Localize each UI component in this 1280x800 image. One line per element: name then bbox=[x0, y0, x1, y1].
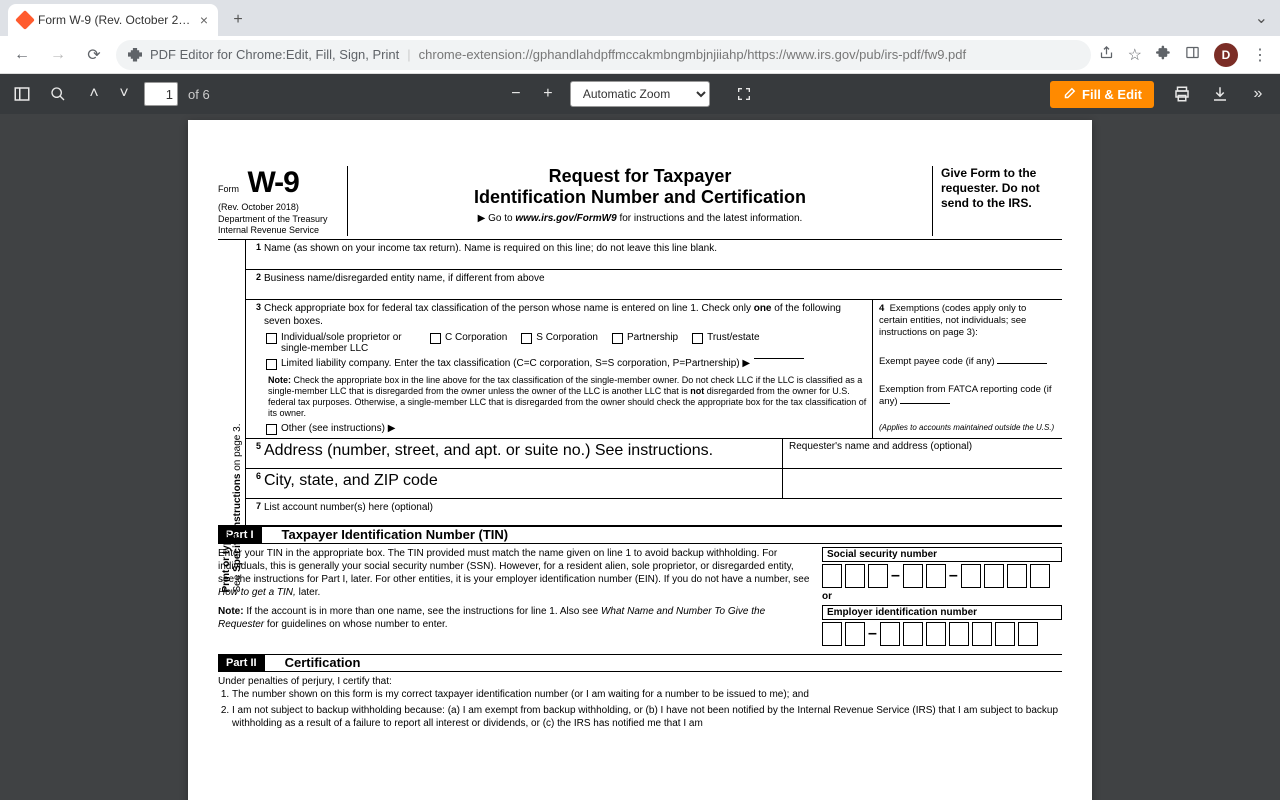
row-7[interactable]: 7List account number(s) here (optional) bbox=[246, 499, 1062, 525]
favicon-icon bbox=[15, 10, 35, 30]
panel-icon[interactable] bbox=[1185, 45, 1200, 65]
exempt-payee-input[interactable] bbox=[997, 363, 1047, 364]
zoom-out-icon[interactable]: − bbox=[506, 84, 526, 104]
row-6[interactable]: 6City, state, and ZIP code bbox=[246, 469, 1062, 499]
pdf-page: Form W-9 (Rev. October 2018) Department … bbox=[188, 120, 1092, 800]
checkbox-llc[interactable] bbox=[266, 359, 277, 370]
extensions-icon[interactable] bbox=[1156, 45, 1171, 65]
fatca-input[interactable] bbox=[900, 403, 950, 404]
address-field[interactable]: PDF Editor for Chrome:Edit, Fill, Sign, … bbox=[116, 40, 1091, 70]
ssn-input[interactable]: – – bbox=[822, 564, 1062, 588]
page-up-icon[interactable]: ˄ bbox=[84, 84, 104, 104]
checkbox-individual[interactable] bbox=[266, 333, 277, 344]
ein-label: Employer identification number bbox=[822, 605, 1062, 620]
fullscreen-icon[interactable] bbox=[734, 84, 754, 104]
close-icon[interactable]: × bbox=[200, 12, 208, 28]
form-revision: (Rev. October 2018) bbox=[218, 202, 339, 212]
ein-input[interactable]: – bbox=[822, 622, 1062, 646]
sideways-label: Print or type.See Specific Instructions … bbox=[218, 240, 246, 525]
menu-icon[interactable]: ⋮ bbox=[1252, 45, 1268, 65]
row-2[interactable]: 2Business name/disregarded entity name, … bbox=[246, 270, 1062, 300]
tab-dropdown-icon[interactable]: ⌄ bbox=[1255, 8, 1268, 28]
browser-chrome: Form W-9 (Rev. October 2018) × + ⌄ ← → ⟳… bbox=[0, 0, 1280, 74]
form-title-1: Request for Taxpayer bbox=[358, 166, 922, 187]
checkbox-trust[interactable] bbox=[692, 333, 703, 344]
llc-class-input[interactable] bbox=[754, 358, 804, 359]
tin-section: Enter your TIN in the appropriate box. T… bbox=[218, 544, 1062, 646]
reload-button[interactable]: ⟳ bbox=[80, 41, 108, 69]
extension-icon bbox=[128, 48, 142, 62]
forward-button[interactable]: → bbox=[44, 41, 72, 69]
browser-tab[interactable]: Form W-9 (Rev. October 2018) × bbox=[8, 4, 218, 36]
row-5: 5Address (number, street, and apt. or su… bbox=[246, 439, 1062, 469]
new-tab-button[interactable]: + bbox=[224, 6, 252, 34]
form-body: Print or type.See Specific Instructions … bbox=[218, 240, 1062, 526]
form-header: Form W-9 (Rev. October 2018) Department … bbox=[218, 166, 1062, 240]
checkbox-partnership[interactable] bbox=[612, 333, 623, 344]
more-icon[interactable]: » bbox=[1248, 84, 1268, 104]
tab-strip: Form W-9 (Rev. October 2018) × + ⌄ bbox=[0, 0, 1280, 36]
download-icon[interactable] bbox=[1210, 84, 1230, 104]
search-icon[interactable] bbox=[48, 84, 68, 104]
checkbox-s-corp[interactable] bbox=[521, 333, 532, 344]
ssn-label: Social security number bbox=[822, 547, 1062, 562]
tab-title: Form W-9 (Rev. October 2018) bbox=[38, 13, 194, 27]
llc-note: Note: Check the appropriate box in the l… bbox=[246, 374, 872, 423]
share-icon[interactable] bbox=[1099, 45, 1114, 65]
form-word: Form bbox=[218, 184, 239, 194]
print-icon[interactable] bbox=[1172, 84, 1192, 104]
extension-name: PDF Editor for Chrome:Edit, Fill, Sign, … bbox=[150, 47, 399, 62]
zoom-in-icon[interactable]: + bbox=[538, 84, 558, 104]
row-1[interactable]: 1Name (as shown on your income tax retur… bbox=[246, 240, 1062, 270]
page-down-icon[interactable]: ˅ bbox=[114, 84, 134, 104]
profile-avatar[interactable]: D bbox=[1214, 43, 1238, 67]
checkbox-c-corp[interactable] bbox=[430, 333, 441, 344]
form-dept: Department of the Treasury Internal Reve… bbox=[218, 214, 339, 236]
row-3-4: 3Check appropriate box for federal tax c… bbox=[246, 300, 1062, 439]
part-2-header: Part II Certification bbox=[218, 654, 1062, 672]
address-bar: ← → ⟳ PDF Editor for Chrome:Edit, Fill, … bbox=[0, 36, 1280, 74]
form-number: W-9 bbox=[247, 166, 298, 200]
give-form-notice: Give Form to the requester. Do not send … bbox=[932, 166, 1062, 236]
bookmark-icon[interactable]: ☆ bbox=[1128, 45, 1142, 65]
part-1-header: Part I Taxpayer Identification Number (T… bbox=[218, 526, 1062, 544]
sidebar-toggle-icon[interactable] bbox=[12, 84, 32, 104]
certification-text: Under penalties of perjury, I certify th… bbox=[218, 672, 1062, 731]
form-title-2: Identification Number and Certification bbox=[358, 187, 922, 208]
zoom-select[interactable]: Automatic Zoom bbox=[570, 81, 710, 107]
checkbox-other[interactable] bbox=[266, 424, 277, 435]
url-text: chrome-extension://gphandlahdpffmccakmbn… bbox=[419, 47, 967, 62]
form-goto: ▶ Go to www.irs.gov/FormW9 for instructi… bbox=[358, 213, 922, 224]
back-button[interactable]: ← bbox=[8, 41, 36, 69]
fill-edit-button[interactable]: Fill & Edit bbox=[1050, 81, 1154, 108]
page-number-input[interactable] bbox=[144, 82, 178, 106]
page-total: of 6 bbox=[188, 87, 210, 102]
pdf-viewer[interactable]: Form W-9 (Rev. October 2018) Department … bbox=[0, 114, 1280, 800]
pdf-toolbar: ˄ ˅ of 6 − + Automatic Zoom Fill & Edit … bbox=[0, 74, 1280, 114]
